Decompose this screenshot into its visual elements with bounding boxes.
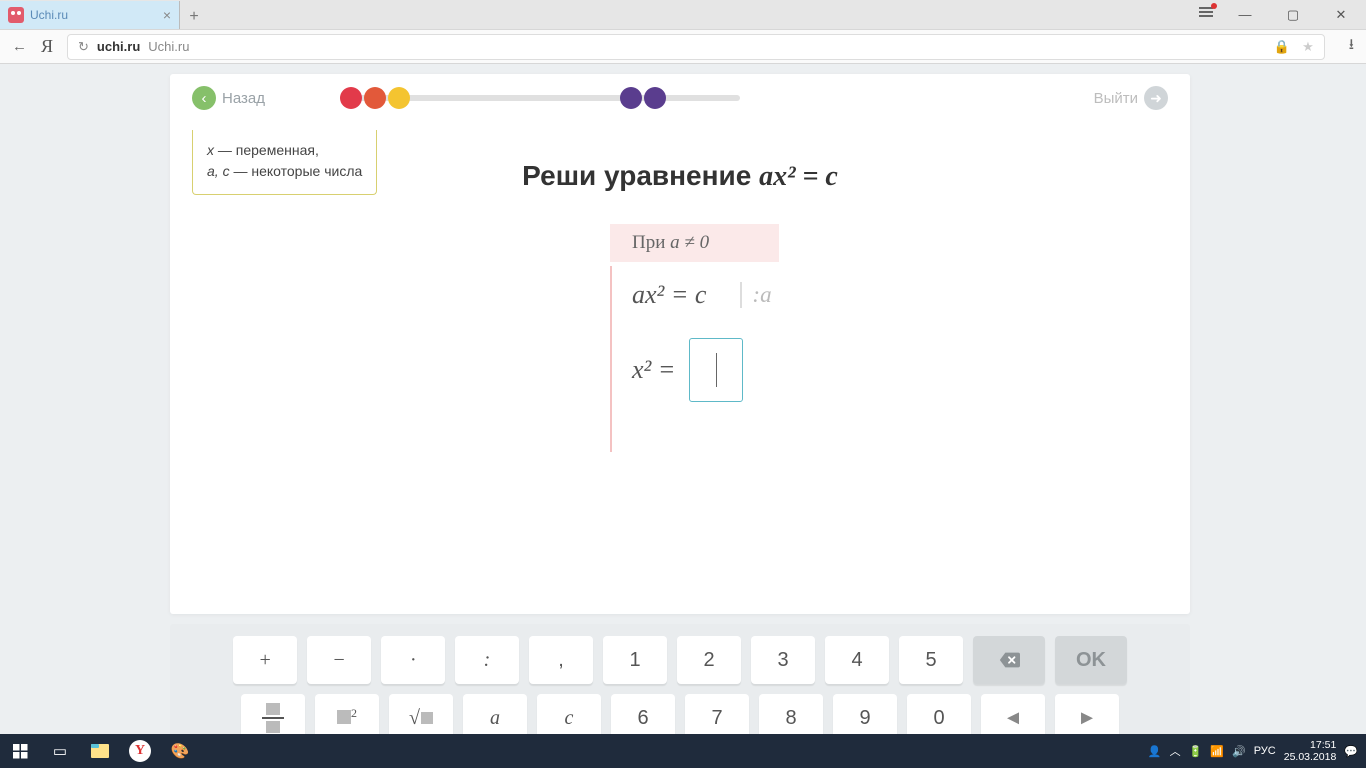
key-backspace[interactable] (973, 636, 1045, 684)
window-minimize-button[interactable]: — (1228, 7, 1262, 22)
windows-taskbar: ▭ Y 🎨 👤 ︿ 🔋 📶 🔊 РУС 17:51 25.03.2018 💬 (0, 734, 1366, 768)
key-:[interactable]: : (455, 636, 519, 684)
start-button[interactable] (0, 734, 40, 768)
division-operation: :a (740, 282, 771, 308)
progress-dot (388, 87, 410, 109)
key-+[interactable]: + (233, 636, 297, 684)
key-4[interactable]: 4 (825, 636, 889, 684)
equation-step-1: ax² = c :a (632, 280, 779, 310)
volume-icon[interactable]: 🔊 (1232, 745, 1246, 758)
key-,[interactable]: , (529, 636, 593, 684)
progress-dot (364, 87, 386, 109)
key-−[interactable]: − (307, 636, 371, 684)
lesson-exit-button[interactable]: Выйти ➜ (1094, 86, 1168, 110)
key-3[interactable]: 3 (751, 636, 815, 684)
input-language[interactable]: РУС (1254, 745, 1276, 757)
condition-label: При a ≠ 0 (610, 224, 779, 262)
progress-dot (340, 87, 362, 109)
site-lock-icon: 🔒 (1274, 39, 1290, 55)
bookmark-icon[interactable]: ★ (1302, 39, 1314, 55)
tab-close-icon[interactable]: × (163, 7, 171, 23)
lesson-back-button[interactable]: ‹ Назад (192, 86, 265, 110)
file-explorer-icon[interactable] (80, 734, 120, 768)
wifi-icon: 📶 (1210, 745, 1224, 758)
back-label: Назад (222, 90, 265, 107)
window-close-button[interactable]: ✕ (1324, 7, 1358, 23)
browser-tab-bar: Uchi.ru × + — ▢ ✕ (0, 0, 1366, 30)
extension-icon[interactable] (1198, 4, 1214, 25)
paint-taskbar-icon[interactable]: 🎨 (160, 734, 200, 768)
task-view-button[interactable]: ▭ (40, 734, 80, 768)
exit-label: Выйти (1094, 90, 1138, 107)
task-title: Реши уравнение ax² = c (170, 160, 1190, 193)
url-field[interactable]: ↻ uchi.ru Uchi.ru 🔒 ★ (67, 34, 1325, 60)
chevron-left-icon: ‹ (192, 86, 216, 110)
people-icon[interactable]: 👤 (1148, 745, 1162, 758)
tab-title: Uchi.ru (30, 8, 163, 22)
equation-step-2: x² = (632, 338, 779, 402)
key-5[interactable]: 5 (899, 636, 963, 684)
lesson-header: ‹ Назад Выйти ➜ (170, 74, 1190, 122)
taskbar-clock[interactable]: 17:51 25.03.2018 (1284, 739, 1337, 763)
download-icon[interactable]: ⭳ (1349, 34, 1354, 59)
key-ok[interactable]: OK (1055, 636, 1127, 684)
yandex-browser-taskbar-icon[interactable]: Y (120, 734, 160, 768)
key-2[interactable]: 2 (677, 636, 741, 684)
tab-favicon (8, 7, 24, 23)
window-maximize-button[interactable]: ▢ (1276, 7, 1310, 23)
tray-chevron-up-icon[interactable]: ︿ (1170, 743, 1181, 759)
nav-back-button[interactable]: ← (12, 38, 27, 55)
yandex-home-icon[interactable]: Я (41, 36, 53, 57)
progress-dot (644, 87, 666, 109)
action-center-icon[interactable]: 💬 (1344, 745, 1358, 758)
page-body: ‹ Назад Выйти ➜ x — переменная, a, c — н… (0, 64, 1366, 768)
answer-input[interactable] (689, 338, 743, 402)
reload-icon[interactable]: ↻ (78, 39, 89, 55)
key-1[interactable]: 1 (603, 636, 667, 684)
progress-dot (620, 87, 642, 109)
address-bar: ← Я ↻ uchi.ru Uchi.ru 🔒 ★ ⭳ (0, 30, 1366, 64)
url-domain: uchi.ru (97, 39, 140, 54)
lesson-card: ‹ Назад Выйти ➜ x — переменная, a, c — н… (170, 74, 1190, 614)
new-tab-button[interactable]: + (180, 5, 208, 29)
exit-icon: ➜ (1144, 86, 1168, 110)
browser-tab-active[interactable]: Uchi.ru × (0, 1, 180, 29)
url-path: Uchi.ru (148, 39, 189, 54)
solution-area: При a ≠ 0 ax² = c :a x² = (610, 224, 779, 452)
lesson-progress (340, 95, 740, 101)
battery-icon: 🔋 (1189, 745, 1203, 758)
key-·[interactable]: · (381, 636, 445, 684)
